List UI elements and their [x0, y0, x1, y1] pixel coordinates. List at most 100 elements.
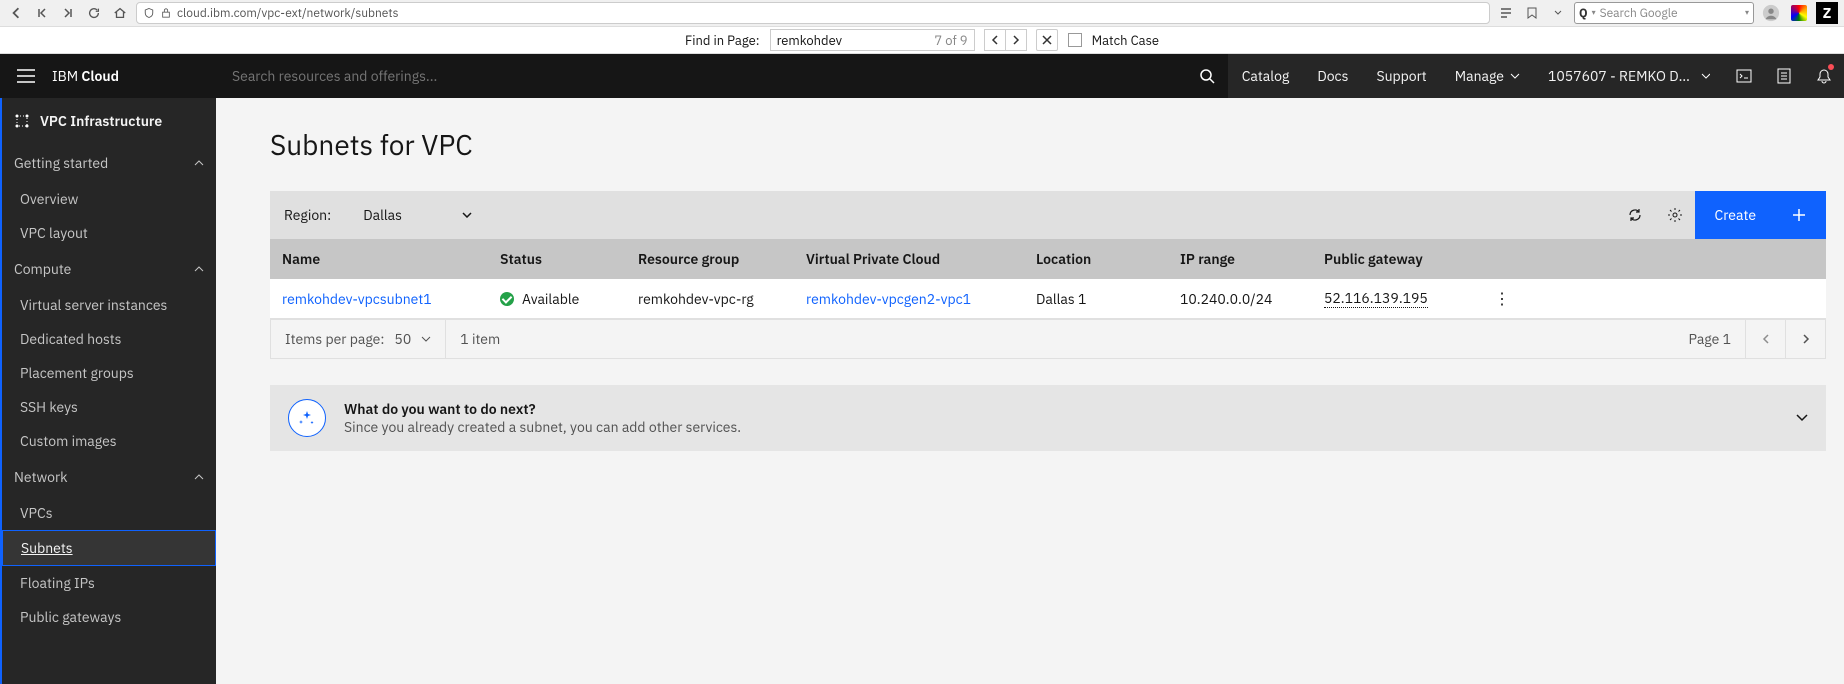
cost-icon[interactable]	[1764, 54, 1804, 98]
nav-catalog[interactable]: Catalog	[1228, 54, 1304, 98]
sidebar-item-vpcs[interactable]: VPCs	[2, 496, 216, 530]
subnets-table: Region: Dallas Create Name Status Resour…	[270, 191, 1826, 359]
table-toolbar: Region: Dallas Create	[270, 191, 1826, 239]
sidebar-item-placement-groups[interactable]: Placement groups	[2, 356, 216, 390]
status-available-icon	[500, 292, 514, 306]
brand[interactable]: IBM Cloud	[52, 67, 216, 85]
account-switcher[interactable]: 1057607 - REMKO DE KN...	[1534, 54, 1724, 98]
find-label: Find in Page:	[685, 32, 760, 49]
browser-search[interactable]: Q▾ Search Google ▾	[1574, 2, 1754, 24]
col-resource-group: Resource group	[626, 250, 794, 268]
location-text: Dallas 1	[1024, 290, 1168, 308]
status-text: Available	[522, 290, 579, 308]
chevron-up-icon	[194, 474, 204, 480]
resource-group-text: remkohdev-vpc-rg	[626, 290, 794, 308]
items-per-page[interactable]: Items per page: 50	[271, 320, 446, 358]
row-menu-icon[interactable]: ⋮	[1494, 289, 1510, 309]
history-end-icon[interactable]	[58, 3, 78, 23]
region-selector[interactable]: Dallas	[355, 206, 480, 224]
find-value: remkohdev	[777, 32, 842, 49]
sidebar-item-custom-images[interactable]: Custom images	[2, 424, 216, 458]
col-location: Location	[1024, 250, 1168, 268]
app-header: IBM Cloud Catalog Docs Support Manage 10…	[0, 54, 1844, 98]
table-row: remkohdev-vpcsubnet1 Available remkohdev…	[270, 279, 1826, 319]
match-case-checkbox[interactable]	[1068, 33, 1082, 47]
url-text: cloud.ibm.com/vpc-ext/network/subnets	[177, 6, 1483, 21]
back-icon[interactable]	[6, 3, 26, 23]
sidebar-section-compute[interactable]: Compute	[2, 250, 216, 288]
next-subtitle: Since you already created a subnet, you …	[344, 418, 1778, 436]
sidebar-item-dedicated-hosts[interactable]: Dedicated hosts	[2, 322, 216, 356]
main-content: Subnets for VPC Region: Dallas Create Na…	[216, 98, 1844, 684]
ip-range-text: 10.240.0.0/24	[1168, 290, 1312, 308]
region-label: Region:	[284, 206, 331, 224]
reload-icon[interactable]	[84, 3, 104, 23]
match-case-label: Match Case	[1092, 32, 1159, 49]
global-search[interactable]	[216, 67, 1186, 85]
sparkle-icon	[288, 399, 326, 437]
find-count: 7 of 9	[934, 32, 967, 49]
nav-manage[interactable]: Manage	[1441, 54, 1534, 98]
dropdown-icon[interactable]	[1548, 3, 1568, 23]
page-title: Subnets for VPC	[270, 126, 1844, 163]
find-input[interactable]: remkohdev 7 of 9	[770, 29, 975, 51]
url-bar[interactable]: cloud.ibm.com/vpc-ext/network/subnets	[136, 2, 1490, 24]
prev-page-button[interactable]	[1745, 319, 1785, 359]
reader-icon[interactable]	[1496, 3, 1516, 23]
col-public-gateway: Public gateway	[1312, 250, 1482, 268]
sidebar-item-subnets[interactable]: Subnets	[2, 530, 216, 566]
zotero-icon[interactable]: Z	[1816, 2, 1838, 24]
browser-toolbar: cloud.ibm.com/vpc-ext/network/subnets Q▾…	[0, 0, 1844, 27]
menu-icon[interactable]	[0, 54, 52, 98]
next-page-button[interactable]	[1785, 319, 1825, 359]
sidebar-item-public-gateways[interactable]: Public gateways	[2, 600, 216, 634]
settings-icon[interactable]	[1655, 191, 1695, 239]
sidebar: VPC Infrastructure Getting started Overv…	[0, 98, 216, 684]
sidebar-item-vpc-layout[interactable]: VPC layout	[2, 216, 216, 250]
item-count: 1 item	[446, 320, 514, 358]
search-engine-icon: Q	[1579, 6, 1588, 21]
chevron-down-icon	[421, 336, 431, 342]
vpc-icon	[14, 113, 30, 129]
subnet-name-link[interactable]: remkohdev-vpcsubnet1	[282, 290, 432, 308]
find-prev-button[interactable]	[984, 29, 1006, 51]
sidebar-title[interactable]: VPC Infrastructure	[2, 98, 216, 144]
history-start-icon[interactable]	[32, 3, 52, 23]
nav-support[interactable]: Support	[1362, 54, 1440, 98]
extension-icon[interactable]	[1788, 2, 1810, 24]
refresh-icon[interactable]	[1615, 191, 1655, 239]
table-header-row: Name Status Resource group Virtual Priva…	[270, 239, 1826, 279]
shell-icon[interactable]	[1724, 54, 1764, 98]
find-in-page-bar: Find in Page: remkohdev 7 of 9 Match Cas…	[0, 27, 1844, 54]
home-icon[interactable]	[110, 3, 130, 23]
chevron-up-icon	[194, 160, 204, 166]
col-name: Name	[270, 250, 488, 268]
bookmark-icon[interactable]	[1522, 3, 1542, 23]
vpc-link[interactable]: remkohdev-vpcgen2-vpc1	[806, 290, 971, 308]
search-icon[interactable]	[1186, 54, 1228, 98]
col-ip-range: IP range	[1168, 250, 1312, 268]
sidebar-item-ssh-keys[interactable]: SSH keys	[2, 390, 216, 424]
search-placeholder: Search Google	[1600, 6, 1678, 21]
find-close-button[interactable]	[1036, 29, 1058, 51]
find-next-button[interactable]	[1005, 29, 1027, 51]
notification-icon[interactable]	[1804, 54, 1844, 98]
col-status: Status	[488, 250, 626, 268]
search-input[interactable]	[232, 67, 1170, 85]
sidebar-item-vsi[interactable]: Virtual server instances	[2, 288, 216, 322]
plus-icon	[1792, 208, 1806, 222]
account-icon[interactable]	[1760, 2, 1782, 24]
create-button[interactable]: Create	[1695, 191, 1826, 239]
sidebar-section-getting-started[interactable]: Getting started	[2, 144, 216, 182]
sidebar-section-network[interactable]: Network	[2, 458, 216, 496]
shield-icon	[143, 7, 155, 19]
sidebar-item-floating-ips[interactable]: Floating IPs	[2, 566, 216, 600]
col-vpc: Virtual Private Cloud	[794, 250, 1024, 268]
sidebar-item-overview[interactable]: Overview	[2, 182, 216, 216]
page-indicator: Page 1	[1674, 330, 1745, 348]
public-gateway-text[interactable]: 52.116.139.195	[1324, 289, 1428, 308]
lock-icon	[161, 7, 171, 19]
nav-docs[interactable]: Docs	[1303, 54, 1362, 98]
expand-icon[interactable]	[1796, 414, 1808, 422]
next-title: What do you want to do next?	[344, 400, 1778, 418]
